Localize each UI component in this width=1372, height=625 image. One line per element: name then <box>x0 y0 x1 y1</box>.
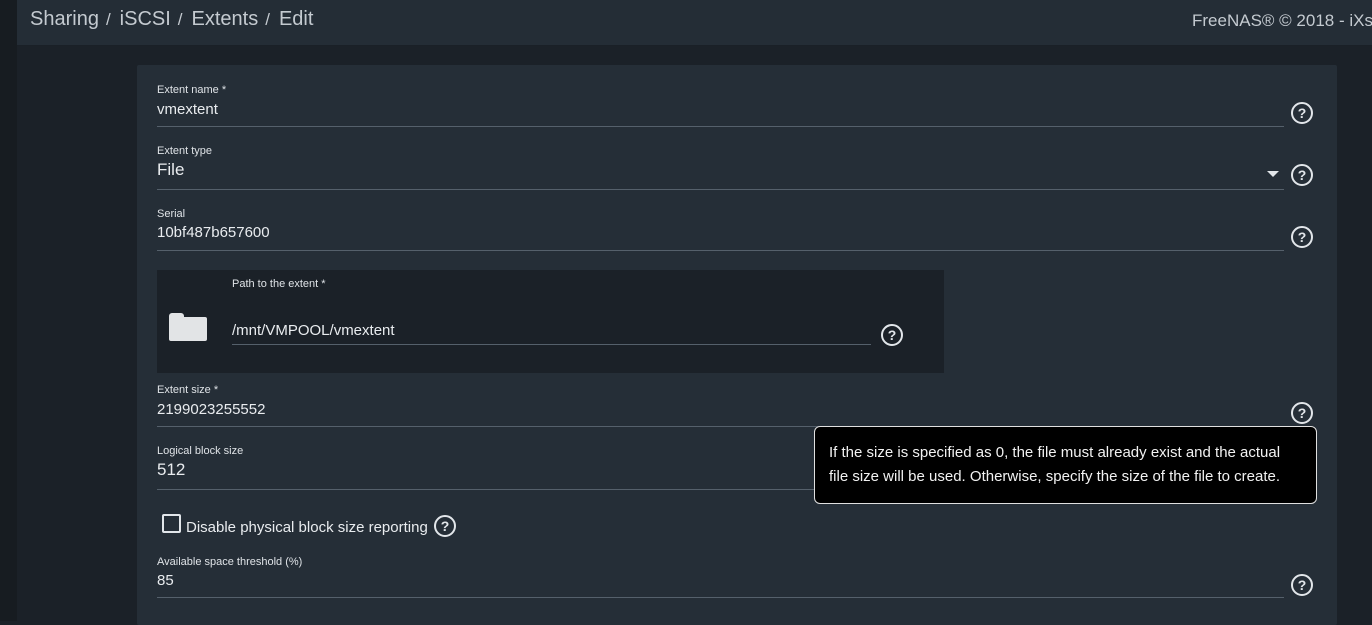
breadcrumb: Sharing / iSCSI / Extents / Edit <box>30 8 313 31</box>
logical-block-size-select[interactable]: 512 <box>157 460 243 480</box>
path-explorer: Path to the extent * /mnt/VMPOOL/vmexten… <box>157 270 944 373</box>
extent-type-label: Extent type <box>157 145 213 157</box>
extent-type-select[interactable]: File <box>157 160 212 180</box>
extent-name-field[interactable]: Extent name * vmextent <box>157 84 226 118</box>
caret-down-icon[interactable] <box>1267 171 1279 177</box>
folder-icon[interactable] <box>169 313 207 341</box>
copyright-text: FreeNAS® © 2018 - iXs <box>1192 11 1372 30</box>
space-threshold-input[interactable]: 85 <box>157 572 302 589</box>
space-threshold-help-icon[interactable]: ? <box>1291 574 1313 596</box>
left-sidebar-edge <box>0 0 17 621</box>
disable-physical-block-checkbox[interactable] <box>162 514 181 533</box>
serial-input[interactable]: 10bf487b657600 <box>157 224 270 241</box>
extent-type-field[interactable]: Extent type File <box>157 145 212 180</box>
space-threshold-field[interactable]: Available space threshold (%) 85 <box>157 556 302 589</box>
breadcrumb-iscsi[interactable]: iSCSI <box>120 8 171 30</box>
top-bar: Sharing / iSCSI / Extents / Edit FreeNAS® © 20… <box>17 0 1372 46</box>
extent-size-help-tooltip: If the size is specified as 0, the file … <box>814 426 1317 504</box>
disable-physical-block-help-icon[interactable]: ? <box>434 515 456 537</box>
breadcrumb-edit: Edit <box>278 8 314 30</box>
serial-underline <box>157 250 1284 251</box>
serial-field[interactable]: Serial 10bf487b657600 <box>157 208 270 241</box>
space-threshold-underline <box>157 597 1284 598</box>
breadcrumb-extents[interactable]: Extents <box>192 8 259 30</box>
extent-name-input[interactable]: vmextent <box>157 101 226 118</box>
extent-type-underline <box>157 189 1284 190</box>
extent-type-help-icon[interactable]: ? <box>1291 164 1313 186</box>
serial-help-icon[interactable]: ? <box>1291 226 1313 248</box>
path-label: Path to the extent * <box>232 278 326 290</box>
extent-name-underline <box>157 126 1284 127</box>
extent-size-label: Extent size * <box>157 384 219 396</box>
extent-name-label: Extent name * <box>157 84 227 96</box>
path-underline <box>232 344 871 345</box>
breadcrumb-sharing[interactable]: Sharing <box>30 8 99 30</box>
serial-label: Serial <box>157 208 186 220</box>
extent-name-help-icon[interactable]: ? <box>1291 102 1313 124</box>
breadcrumb-separator: / <box>105 10 111 29</box>
extent-size-help-icon[interactable]: ? <box>1291 402 1313 424</box>
extent-edit-form: Extent name * vmextent ? Extent type Fil… <box>137 65 1337 625</box>
breadcrumb-separator: / <box>177 10 183 29</box>
path-input[interactable]: /mnt/VMPOOL/vmextent <box>232 322 395 339</box>
space-threshold-label: Available space threshold (%) <box>157 556 303 568</box>
path-help-icon[interactable]: ? <box>881 324 903 346</box>
breadcrumb-separator: / <box>265 10 270 29</box>
logical-block-size-field[interactable]: Logical block size 512 <box>157 445 243 480</box>
extent-size-input[interactable]: 2199023255552 <box>157 401 265 418</box>
logical-block-size-label: Logical block size <box>157 445 244 457</box>
extent-size-field[interactable]: Extent size * 2199023255552 <box>157 384 265 418</box>
disable-physical-block-label[interactable]: Disable physical block size reporting <box>186 519 428 536</box>
